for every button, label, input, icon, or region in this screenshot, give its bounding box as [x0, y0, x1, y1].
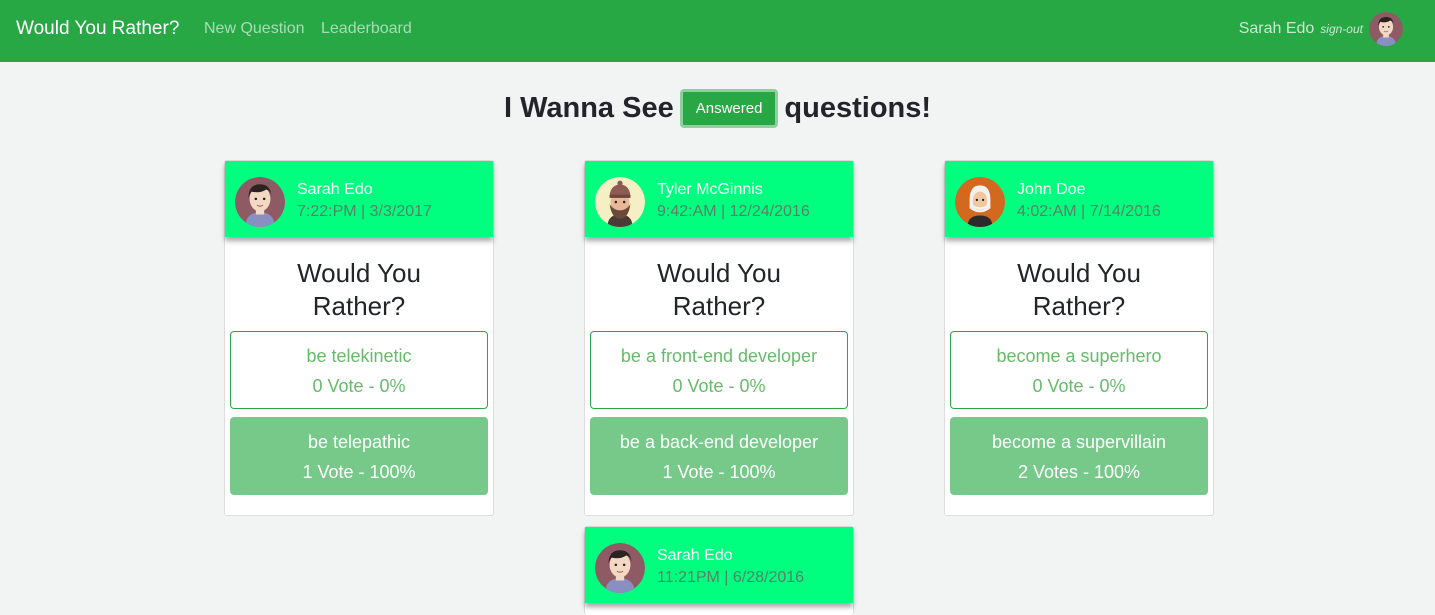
- option-two-text: become a supervillain: [991, 432, 1167, 452]
- question-timestamp: 9:42:AM | 12/24/2016: [657, 203, 810, 220]
- user-menu: Sarah Edo sign-out: [1239, 12, 1403, 46]
- option-two-votes: 2 Votes - 100%: [1017, 462, 1141, 482]
- option-two-button[interactable]: be telepathic 1 Vote - 100%: [230, 417, 488, 495]
- user-name: Sarah Edo: [1238, 20, 1315, 37]
- option-two-votes: 1 Vote - 100%: [302, 462, 416, 482]
- question-title: Would You Rather?: [1017, 258, 1141, 321]
- question-card: John Doe 4:02:AM | 7/14/2016 Would You R…: [944, 160, 1214, 516]
- card-header: John Doe 4:02:AM | 7/14/2016: [945, 161, 1213, 237]
- option-one-votes: 0 Vote - 0%: [312, 376, 406, 396]
- author-name: Sarah Edo: [297, 181, 373, 198]
- card-header: Sarah Edo 11:21PM | 6/28/2016: [585, 527, 853, 603]
- author-name: Sarah Edo: [657, 547, 733, 564]
- question-timestamp: 4:02:AM | 7/14/2016: [1017, 203, 1161, 220]
- heading-suffix: questions!: [784, 92, 932, 124]
- sign-out-link[interactable]: sign-out: [1320, 22, 1363, 36]
- navbar: Would You Rather? New Question Leaderboa…: [0, 0, 1435, 62]
- sarah-avatar-icon: [595, 543, 645, 593]
- option-two-button[interactable]: be a back-end developer 1 Vote - 100%: [590, 417, 848, 495]
- option-two-text: be telepathic: [307, 432, 411, 452]
- brand-link[interactable]: Would You Rather?: [16, 18, 179, 40]
- nav-new-question[interactable]: New Question: [204, 20, 305, 38]
- user-avatar-icon[interactable]: [1369, 12, 1403, 46]
- author-name: Tyler McGinnis: [657, 181, 763, 198]
- option-one-text: be a front-end developer: [620, 346, 818, 366]
- answered-filter-button[interactable]: Answered: [679, 89, 779, 128]
- question-title: Would You Rather?: [297, 258, 421, 321]
- question-card: Tyler McGinnis 9:42:AM | 12/24/2016 Woul…: [584, 160, 854, 516]
- option-one-text: be telekinetic: [306, 346, 412, 366]
- option-one-button[interactable]: become a superhero 0 Vote - 0%: [950, 331, 1208, 409]
- question-title: Would You Rather?: [657, 258, 781, 321]
- option-one-votes: 0 Vote - 0%: [1032, 376, 1126, 396]
- nav-leaderboard[interactable]: Leaderboard: [321, 20, 412, 38]
- question-timestamp: 11:21PM | 6/28/2016: [657, 569, 805, 586]
- question-card: Sarah Edo 7:22:PM | 3/3/2017 Would You R…: [224, 160, 494, 516]
- heading-prefix: I Wanna See: [503, 92, 674, 124]
- option-one-text: become a superhero: [996, 346, 1162, 366]
- option-one-votes: 0 Vote - 0%: [672, 376, 766, 396]
- author-name: John Doe: [1017, 181, 1086, 198]
- option-two-button[interactable]: become a supervillain 2 Votes - 100%: [950, 417, 1208, 495]
- card-header: Tyler McGinnis 9:42:AM | 12/24/2016: [585, 161, 853, 237]
- tyler-avatar-icon: [595, 177, 645, 227]
- john-avatar-icon: [955, 177, 1005, 227]
- page-heading: I Wanna See Answered questions!: [0, 89, 1435, 128]
- option-two-votes: 1 Vote - 100%: [662, 462, 776, 482]
- sarah-avatar-icon: [235, 177, 285, 227]
- question-card: Sarah Edo 11:21PM | 6/28/2016: [584, 526, 854, 615]
- card-header: Sarah Edo 7:22:PM | 3/3/2017: [225, 161, 493, 237]
- option-one-button[interactable]: be telekinetic 0 Vote - 0%: [230, 331, 488, 409]
- question-timestamp: 7:22:PM | 3/3/2017: [297, 203, 432, 220]
- option-one-button[interactable]: be a front-end developer 0 Vote - 0%: [590, 331, 848, 409]
- option-two-text: be a back-end developer: [619, 432, 819, 452]
